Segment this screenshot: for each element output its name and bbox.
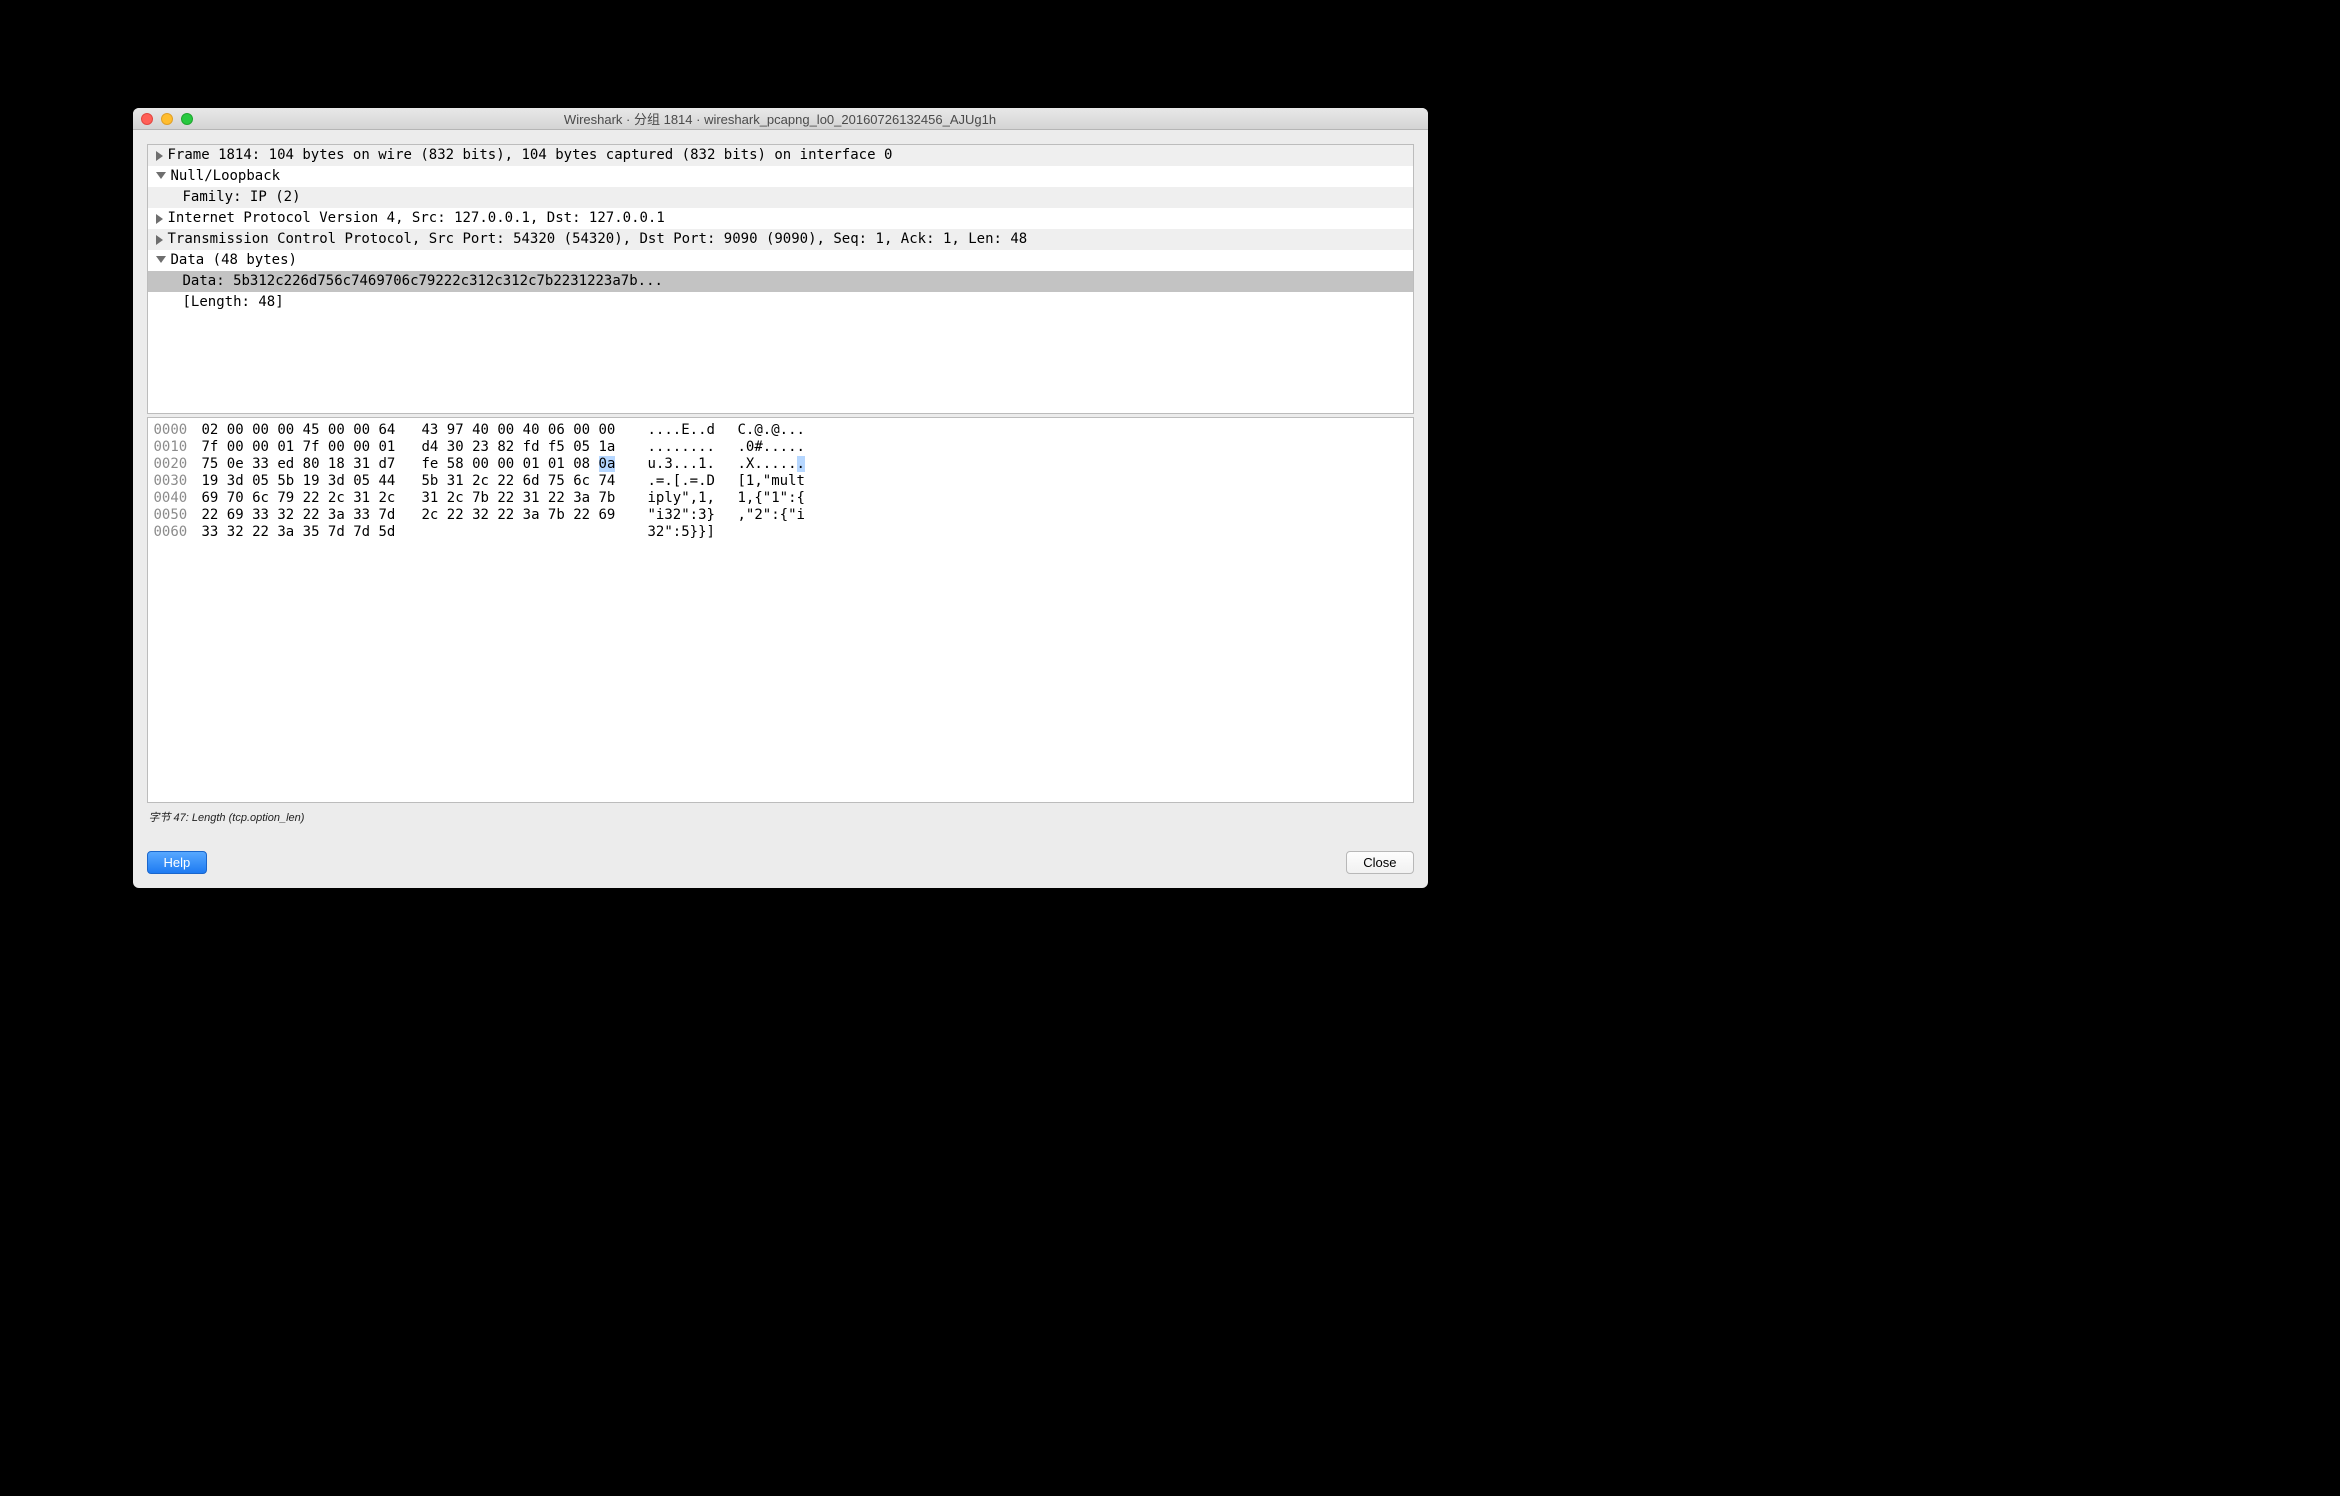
- highlighted-byte: 0a: [599, 456, 616, 472]
- hex-bytes-left: 19 3d 05 5b 19 3d 05 44: [202, 473, 422, 490]
- window-title: Wireshark · 分组 1814 · wireshark_pcapng_l…: [133, 109, 1428, 128]
- tree-row-text: Data (48 bytes): [171, 250, 297, 271]
- hex-offset: 0000: [154, 422, 202, 439]
- packet-details-pane[interactable]: Frame 1814: 104 bytes on wire (832 bits)…: [147, 144, 1414, 414]
- hex-offset: 0050: [154, 507, 202, 524]
- hex-ascii-right: 1,{"1":{: [738, 490, 805, 507]
- tree-row[interactable]: [Length: 48]: [148, 292, 1413, 313]
- hex-bytes-right: 5b 31 2c 22 6d 75 6c 74: [422, 473, 648, 490]
- hex-line[interactable]: 006033 32 22 3a 35 7d 7d 5d 32":5}}]: [154, 524, 1407, 541]
- hex-ascii-right: ,"2":{"i: [738, 507, 805, 524]
- hex-ascii-right: [1,"mult: [738, 473, 805, 490]
- hex-line[interactable]: 000002 00 00 00 45 00 00 6443 97 40 00 4…: [154, 422, 1407, 439]
- packet-bytes-pane[interactable]: 000002 00 00 00 45 00 00 6443 97 40 00 4…: [147, 417, 1414, 803]
- chevron-down-icon[interactable]: [156, 172, 166, 179]
- hex-ascii-left: ........: [648, 439, 738, 456]
- tree-row-text: Transmission Control Protocol, Src Port:…: [168, 229, 1028, 250]
- tree-row[interactable]: Internet Protocol Version 4, Src: 127.0.…: [148, 208, 1413, 229]
- hex-ascii-left: "i32":3}: [648, 507, 738, 524]
- hex-line[interactable]: 003019 3d 05 5b 19 3d 05 445b 31 2c 22 6…: [154, 473, 1407, 490]
- minimize-window-icon[interactable]: [161, 113, 173, 125]
- hex-bytes-left: 02 00 00 00 45 00 00 64: [202, 422, 422, 439]
- button-bar: Help Close: [147, 825, 1414, 874]
- tree-row[interactable]: Null/Loopback: [148, 166, 1413, 187]
- zoom-window-icon[interactable]: [181, 113, 193, 125]
- spacer-icon: [156, 298, 178, 308]
- hex-bytes-left: 69 70 6c 79 22 2c 31 2c: [202, 490, 422, 507]
- spacer-icon: [156, 277, 178, 287]
- hex-bytes-left: 22 69 33 32 22 3a 33 7d: [202, 507, 422, 524]
- hex-ascii-left: 32":5}}]: [648, 524, 738, 541]
- tree-row[interactable]: Family: IP (2): [148, 187, 1413, 208]
- hex-bytes-left: 7f 00 00 01 7f 00 00 01: [202, 439, 422, 456]
- titlebar[interactable]: Wireshark · 分组 1814 · wireshark_pcapng_l…: [133, 108, 1428, 130]
- tree-row[interactable]: Data: 5b312c226d756c7469706c79222c312c31…: [148, 271, 1413, 292]
- hex-line[interactable]: 00107f 00 00 01 7f 00 00 01d4 30 23 82 f…: [154, 439, 1407, 456]
- chevron-right-icon[interactable]: [156, 214, 163, 224]
- chevron-down-icon[interactable]: [156, 256, 166, 263]
- hex-bytes-left: 33 32 22 3a 35 7d 7d 5d: [202, 524, 422, 541]
- highlighted-ascii: .: [797, 456, 805, 472]
- hex-line[interactable]: 002075 0e 33 ed 80 18 31 d7fe 58 00 00 0…: [154, 456, 1407, 473]
- hex-bytes-right: 31 2c 7b 22 31 22 3a 7b: [422, 490, 648, 507]
- window-body: Frame 1814: 104 bytes on wire (832 bits)…: [133, 130, 1428, 888]
- status-line: 字节 47: Length (tcp.option_len): [147, 803, 1414, 825]
- hex-line[interactable]: 005022 69 33 32 22 3a 33 7d2c 22 32 22 3…: [154, 507, 1407, 524]
- close-button[interactable]: Close: [1346, 851, 1413, 874]
- hex-bytes-right: 2c 22 32 22 3a 7b 22 69: [422, 507, 648, 524]
- hex-offset: 0040: [154, 490, 202, 507]
- hex-bytes-right: fe 58 00 00 01 01 08 0a: [422, 456, 648, 473]
- hex-ascii-right: .0#.....: [738, 439, 805, 456]
- tree-row[interactable]: Transmission Control Protocol, Src Port:…: [148, 229, 1413, 250]
- tree-row-text: Null/Loopback: [171, 166, 281, 187]
- tree-row-text: [Length: 48]: [183, 292, 284, 313]
- hex-ascii-left: .=.[.=.D: [648, 473, 738, 490]
- hex-ascii-left: ....E..d: [648, 422, 738, 439]
- hex-offset: 0030: [154, 473, 202, 490]
- chevron-right-icon[interactable]: [156, 151, 163, 161]
- tree-row-text: Data: 5b312c226d756c7469706c79222c312c31…: [183, 271, 663, 292]
- hex-ascii-right: C.@.@...: [738, 422, 805, 439]
- hex-bytes-right: [422, 524, 648, 541]
- tree-row[interactable]: Frame 1814: 104 bytes on wire (832 bits)…: [148, 145, 1413, 166]
- hex-bytes-right: d4 30 23 82 fd f5 05 1a: [422, 439, 648, 456]
- tree-row-text: Family: IP (2): [183, 187, 301, 208]
- tree-row[interactable]: Data (48 bytes): [148, 250, 1413, 271]
- chevron-right-icon[interactable]: [156, 235, 163, 245]
- hex-offset: 0020: [154, 456, 202, 473]
- hex-offset: 0060: [154, 524, 202, 541]
- hex-offset: 0010: [154, 439, 202, 456]
- hex-ascii-right: .X......: [738, 456, 805, 473]
- help-button[interactable]: Help: [147, 851, 208, 874]
- hex-ascii-left: iply",1,: [648, 490, 738, 507]
- hex-ascii-left: u.3...1.: [648, 456, 738, 473]
- tree-row-text: Frame 1814: 104 bytes on wire (832 bits)…: [168, 145, 893, 166]
- close-window-icon[interactable]: [141, 113, 153, 125]
- hex-bytes-right: 43 97 40 00 40 06 00 00: [422, 422, 648, 439]
- tree-row-text: Internet Protocol Version 4, Src: 127.0.…: [168, 208, 665, 229]
- hex-line[interactable]: 004069 70 6c 79 22 2c 31 2c31 2c 7b 22 3…: [154, 490, 1407, 507]
- spacer-icon: [156, 193, 178, 203]
- packet-window: Wireshark · 分组 1814 · wireshark_pcapng_l…: [133, 108, 1428, 888]
- traffic-lights: [133, 113, 193, 125]
- hex-bytes-left: 75 0e 33 ed 80 18 31 d7: [202, 456, 422, 473]
